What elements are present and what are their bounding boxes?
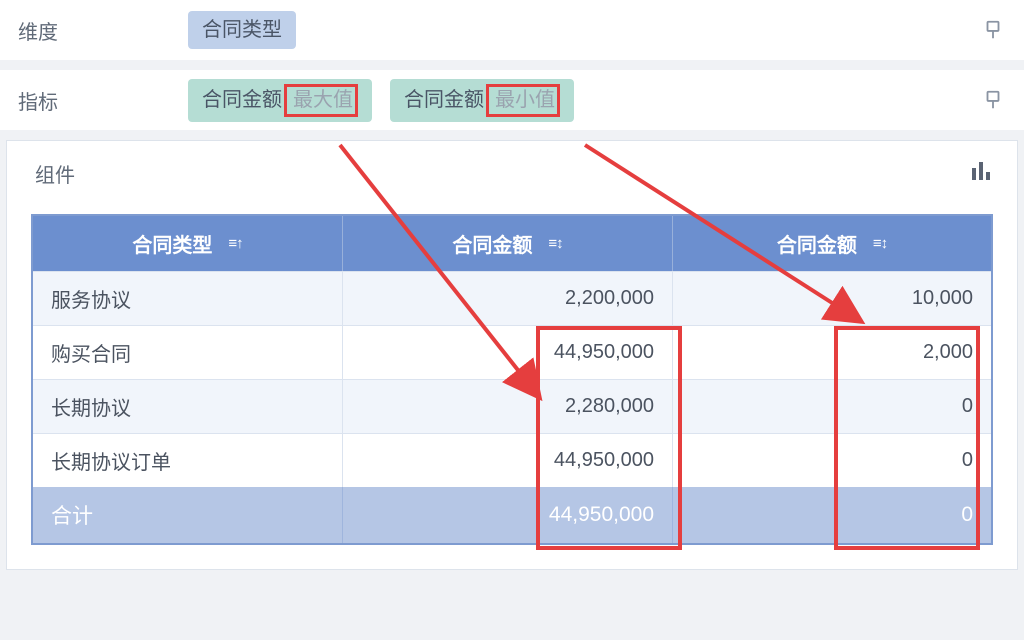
table-footer: 合计 44,950,000 0	[33, 487, 991, 543]
metric-chips: 合同金额最大值 合同金额最小值	[188, 79, 980, 122]
table-header: 合同类型 ≡↑ 合同金额 ≡↕ 合同金额 ≡↕	[33, 216, 991, 271]
th-amount-max[interactable]: 合同金额 ≡↕	[343, 216, 673, 271]
th-label: 合同金额	[777, 229, 857, 258]
panel-title: 组件	[35, 159, 75, 188]
dimension-label: 维度	[18, 16, 188, 45]
chip-text: 合同类型	[202, 16, 282, 44]
footer-name: 合计	[33, 487, 343, 543]
metric-chip-max[interactable]: 合同金额最大值	[188, 79, 372, 122]
chip-agg: 最小值	[495, 89, 555, 111]
dimension-chip-contract-type[interactable]: 合同类型	[188, 11, 296, 49]
table-row[interactable]: 长期协议 2,280,000 0	[33, 379, 991, 433]
th-contract-type[interactable]: 合同类型 ≡↑	[33, 216, 343, 271]
chip-agg: 最大值	[293, 89, 353, 111]
table-body: 服务协议 2,200,000 10,000 购买合同 44,950,000 2,…	[33, 271, 991, 487]
pin-icon[interactable]	[980, 87, 1006, 113]
footer-min: 0	[673, 487, 991, 543]
cell-max: 2,280,000	[343, 380, 673, 433]
th-amount-min[interactable]: 合同金额 ≡↕	[673, 216, 991, 271]
cell-max: 44,950,000	[343, 326, 673, 379]
cell-max: 2,200,000	[343, 272, 673, 325]
sort-icon: ≡↕	[873, 235, 887, 252]
footer-max: 44,950,000	[343, 487, 673, 543]
dimension-chips: 合同类型	[188, 11, 980, 49]
cell-max: 44,950,000	[343, 434, 673, 487]
th-label: 合同类型	[132, 229, 212, 258]
data-table: 合同类型 ≡↑ 合同金额 ≡↕ 合同金额 ≡↕ 服务协议 2,200,000 1…	[31, 214, 993, 545]
chip-text: 合同金额	[404, 86, 484, 114]
chart-type-icon[interactable]	[969, 159, 993, 188]
cell-name: 购买合同	[33, 326, 343, 379]
sort-icon: ≡↑	[228, 235, 242, 252]
metric-label: 指标	[18, 86, 188, 115]
cell-name: 服务协议	[33, 272, 343, 325]
cell-min: 0	[673, 434, 991, 487]
table-row[interactable]: 服务协议 2,200,000 10,000	[33, 271, 991, 325]
cell-min: 0	[673, 380, 991, 433]
pin-icon[interactable]	[980, 17, 1006, 43]
table-row[interactable]: 长期协议订单 44,950,000 0	[33, 433, 991, 487]
chip-text: 合同金额	[202, 86, 282, 114]
metric-chip-min[interactable]: 合同金额最小值	[390, 79, 574, 122]
dimension-row: 维度 合同类型	[0, 0, 1024, 60]
th-label: 合同金额	[452, 229, 532, 258]
sort-icon: ≡↕	[548, 235, 562, 252]
widget-panel: 组件 合同类型 ≡↑ 合同金额 ≡↕ 合同金额 ≡↕ 服务协议 2,200,00…	[6, 140, 1018, 570]
cell-min: 10,000	[673, 272, 991, 325]
cell-name: 长期协议订单	[33, 434, 343, 487]
table-row[interactable]: 购买合同 44,950,000 2,000	[33, 325, 991, 379]
cell-min: 2,000	[673, 326, 991, 379]
metric-row: 指标 合同金额最大值 合同金额最小值	[0, 70, 1024, 130]
cell-name: 长期协议	[33, 380, 343, 433]
panel-header: 组件	[7, 141, 1017, 196]
